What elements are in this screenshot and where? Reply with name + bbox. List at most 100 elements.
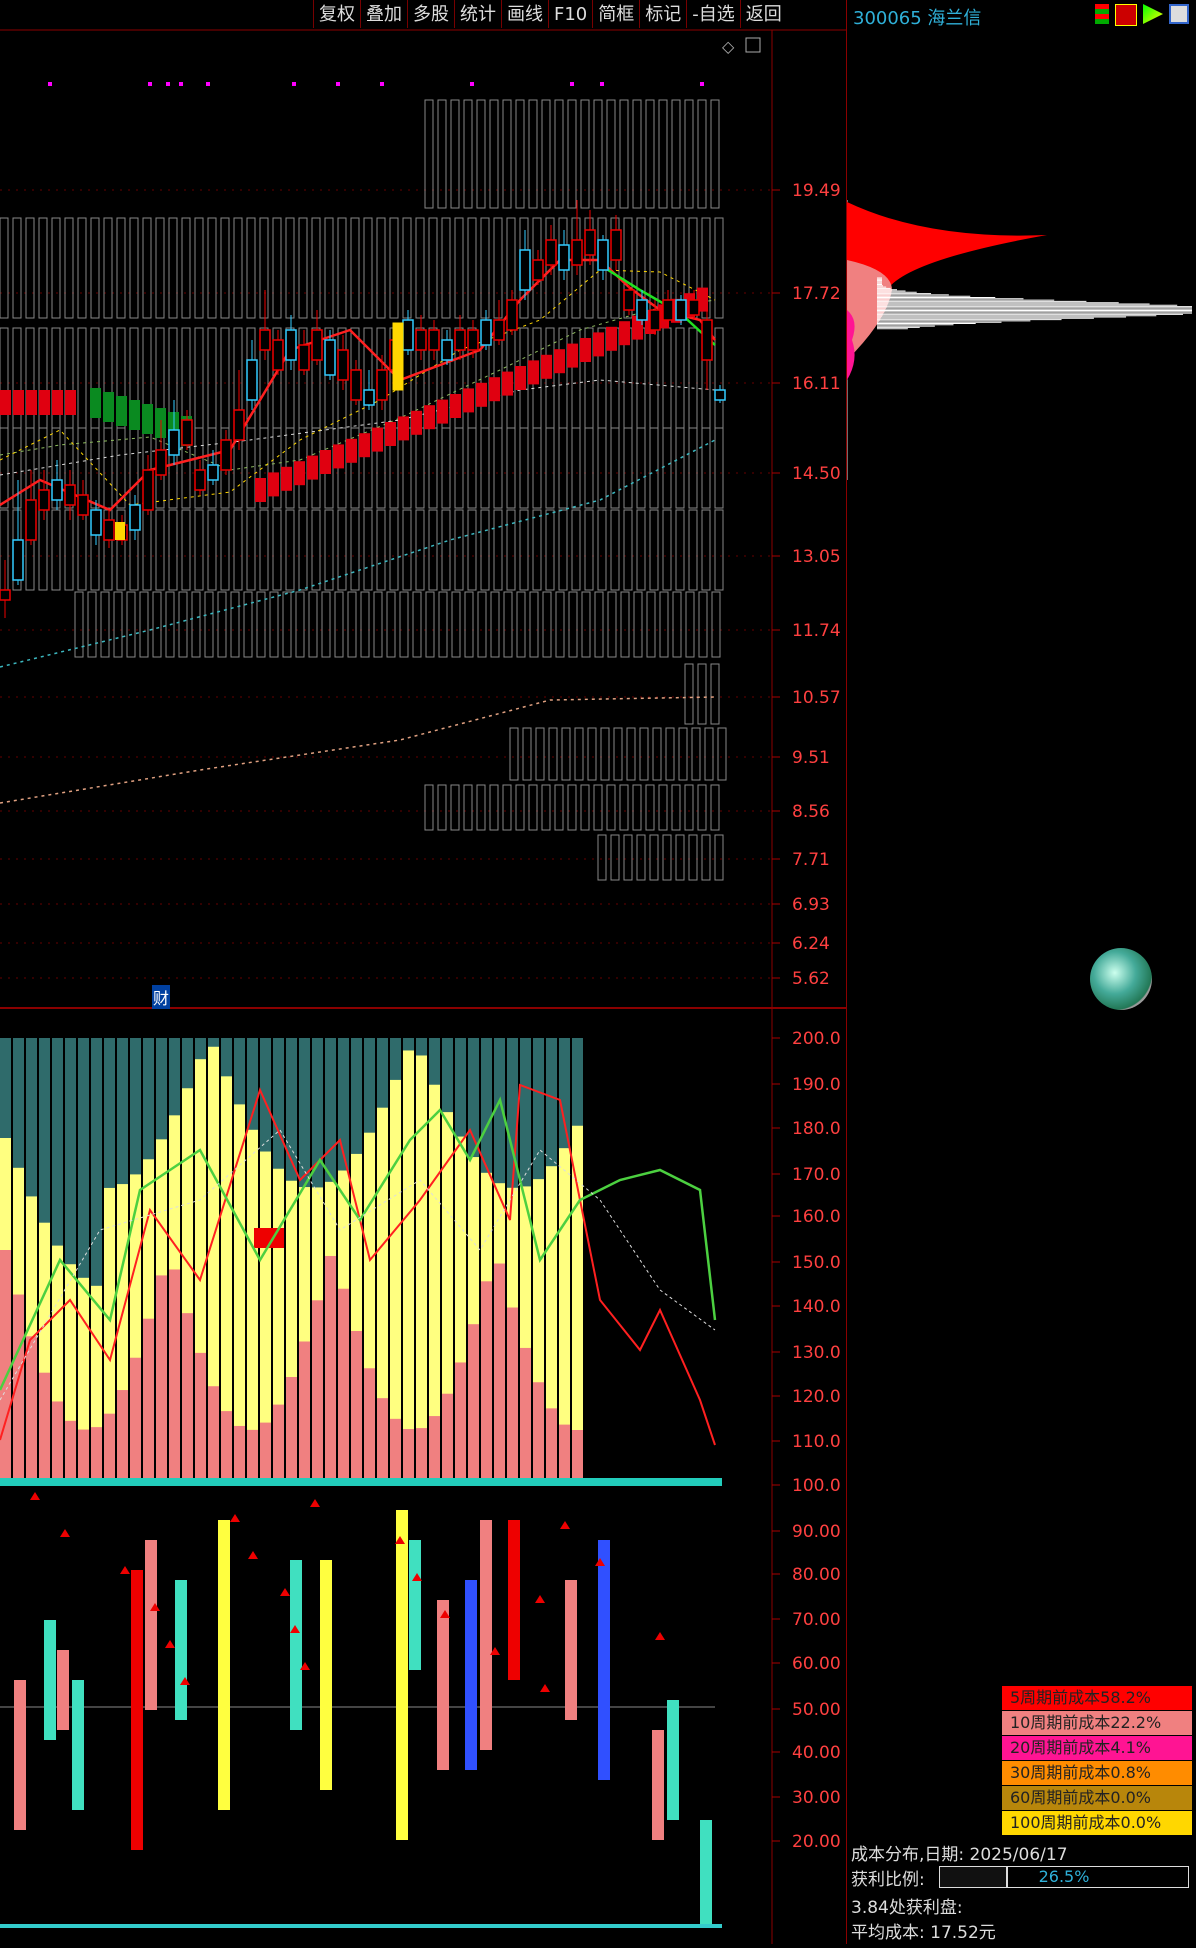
chip-box bbox=[389, 217, 399, 319]
chip-box bbox=[402, 509, 412, 591]
chip-box bbox=[568, 591, 578, 658]
kline-chart-svg[interactable]: ◇ 19.49 17.72 16.11 14.50 13.05 11.74 10.57 9.51… bbox=[0, 0, 846, 1944]
chip-box bbox=[571, 509, 581, 591]
chip-box bbox=[509, 727, 519, 781]
chip-box bbox=[675, 427, 685, 509]
chip-box bbox=[600, 727, 610, 781]
indicator-axis-label: 60.00 bbox=[792, 1654, 841, 1674]
candle-body bbox=[38, 489, 50, 511]
toolbar-button-9[interactable]: 返回 bbox=[739, 0, 787, 28]
lower-candle bbox=[667, 1700, 679, 1820]
chip-box bbox=[282, 591, 292, 658]
chip-box bbox=[298, 327, 308, 429]
toolbar-button-8[interactable]: -自选 bbox=[686, 0, 740, 28]
candle-body bbox=[25, 499, 37, 541]
flag-icon[interactable] bbox=[1115, 4, 1137, 26]
chip-box bbox=[597, 509, 607, 591]
chip-box bbox=[480, 509, 490, 591]
candle-body bbox=[129, 504, 141, 531]
chip-box bbox=[103, 427, 113, 509]
chip-box bbox=[100, 591, 110, 658]
up-arrow-icon bbox=[310, 1499, 320, 1507]
chip-box bbox=[168, 509, 178, 591]
lower-candle bbox=[396, 1510, 408, 1840]
chip-box bbox=[25, 217, 35, 319]
toolbar-button-3[interactable]: 统计 bbox=[454, 0, 501, 28]
chip-box bbox=[610, 834, 620, 881]
profit-at-price: 3.84处获利盘: bbox=[851, 1898, 963, 1918]
lower-candle bbox=[700, 1820, 712, 1925]
toolbar-button-1[interactable]: 叠加 bbox=[360, 0, 407, 28]
chip-box bbox=[347, 591, 357, 658]
chip-box bbox=[207, 217, 217, 319]
toolbar-button-2[interactable]: 多股 bbox=[407, 0, 454, 28]
chip-box bbox=[606, 784, 616, 831]
chip-box bbox=[548, 727, 558, 781]
chip-box bbox=[493, 217, 503, 319]
toolbar-button-0[interactable]: 复权 bbox=[313, 0, 360, 28]
candle-body bbox=[142, 469, 154, 511]
chip-box bbox=[688, 327, 698, 429]
chip-box bbox=[25, 427, 35, 509]
candle-body bbox=[259, 329, 271, 351]
indicator-axis-label: 140.0 bbox=[792, 1297, 841, 1317]
kline-chart-area[interactable]: ◇ 19.49 17.72 16.11 14.50 13.05 11.74 10.57 9.51… bbox=[0, 0, 846, 1944]
candle-body bbox=[597, 239, 609, 271]
toolbar-button-4[interactable]: 画线 bbox=[501, 0, 548, 28]
bars-icon[interactable] bbox=[1095, 4, 1109, 24]
chip-box bbox=[711, 591, 721, 658]
cloud-band-bar bbox=[65, 390, 76, 415]
chip-box bbox=[502, 784, 512, 831]
chip-box bbox=[233, 509, 243, 591]
signal-dot bbox=[600, 82, 604, 86]
chip-box bbox=[467, 427, 477, 509]
candle-body bbox=[181, 419, 193, 446]
chip-box bbox=[246, 217, 256, 319]
chip-box bbox=[584, 427, 594, 509]
cloud-band-bar bbox=[424, 405, 435, 430]
chip-box bbox=[649, 427, 659, 509]
chip-box bbox=[376, 509, 386, 591]
cost-legend-item: 30周期前成本0.8% bbox=[1002, 1761, 1192, 1785]
cloud-band-bar bbox=[593, 332, 604, 357]
chip-box bbox=[567, 99, 577, 209]
chip-box bbox=[645, 99, 655, 209]
indicator-axis-label: 100.0 bbox=[792, 1476, 841, 1496]
chip-box bbox=[181, 217, 191, 319]
chip-box bbox=[649, 834, 659, 881]
toolbar-button-5[interactable]: F10 bbox=[548, 0, 592, 28]
chip-box bbox=[688, 834, 698, 881]
chip-box bbox=[441, 217, 451, 319]
cloud-band-bar bbox=[52, 390, 63, 415]
chip-box bbox=[126, 591, 136, 658]
up-arrow-icon bbox=[60, 1529, 70, 1537]
arrow-icon[interactable] bbox=[1143, 4, 1163, 24]
toolbar-button-7[interactable]: 标记 bbox=[639, 0, 686, 28]
window-icon[interactable] bbox=[1169, 4, 1189, 24]
finance-marker[interactable]: 财 bbox=[152, 985, 171, 1009]
cloud-band-bar bbox=[398, 416, 409, 441]
toolbar-button-6[interactable]: 简框 bbox=[592, 0, 639, 28]
chip-box bbox=[12, 217, 22, 319]
chip-box bbox=[139, 591, 149, 658]
chip-box bbox=[594, 591, 604, 658]
ma-250-line bbox=[0, 696, 716, 804]
indicator-bar-pink bbox=[182, 1313, 193, 1480]
cloud-band-bar bbox=[502, 371, 513, 396]
candle-body bbox=[584, 229, 596, 256]
chip-box bbox=[77, 509, 87, 591]
chip-box bbox=[528, 784, 538, 831]
chip-box bbox=[207, 509, 217, 591]
cost-legend-item: 100周期前成本0.0% bbox=[1002, 1811, 1192, 1835]
chip-box bbox=[697, 99, 707, 209]
chip-box bbox=[463, 784, 473, 831]
chip-box bbox=[528, 99, 538, 209]
indicator-bar-pink bbox=[455, 1362, 466, 1480]
chip-box bbox=[415, 427, 425, 509]
chip-box bbox=[697, 663, 707, 725]
chip-box bbox=[567, 784, 577, 831]
chip-box bbox=[610, 427, 620, 509]
candle-body bbox=[90, 509, 102, 536]
stock-code-name[interactable]: 300065 海兰信 bbox=[853, 4, 981, 30]
app-logo-icon[interactable] bbox=[1090, 948, 1152, 1010]
